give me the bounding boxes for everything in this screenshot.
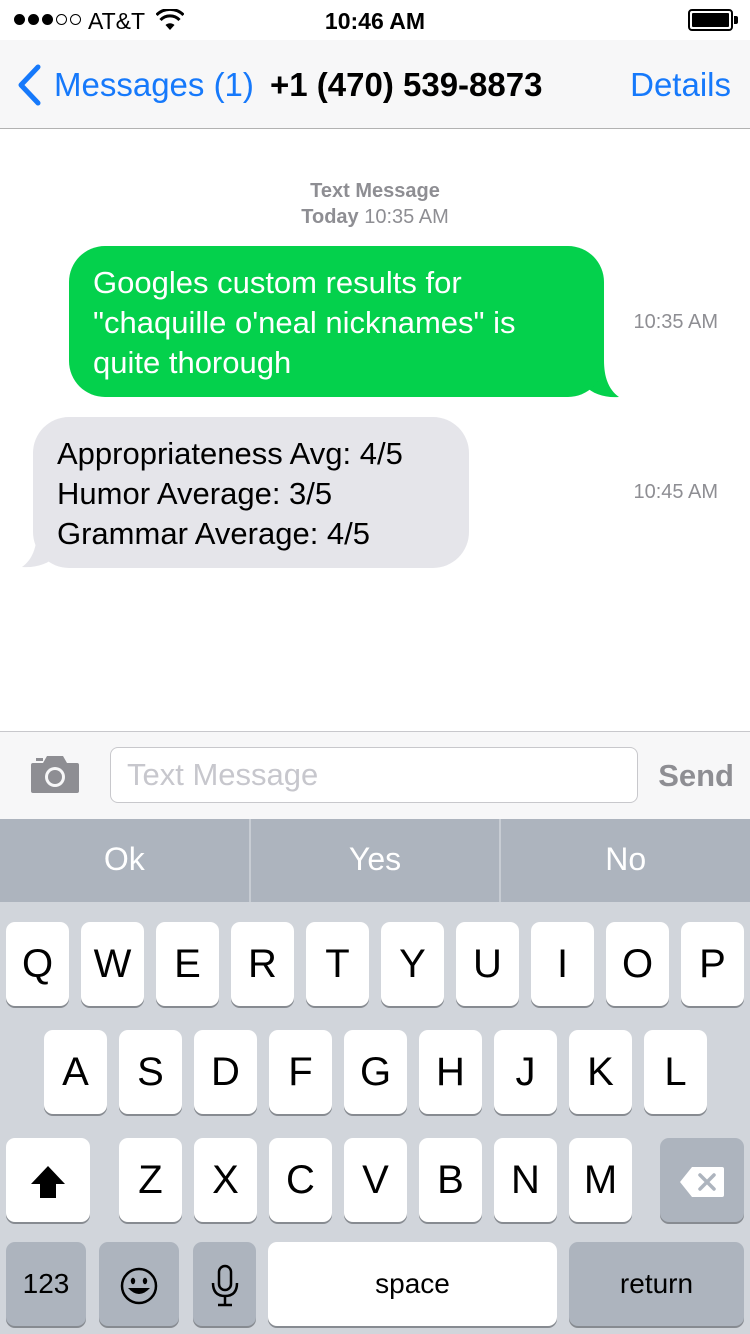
key-b[interactable]: B xyxy=(419,1138,482,1222)
key-o[interactable]: O xyxy=(606,922,669,1006)
key-p[interactable]: P xyxy=(681,922,744,1006)
key-e[interactable]: E xyxy=(156,922,219,1006)
shift-icon xyxy=(31,1166,65,1199)
emoji-key[interactable] xyxy=(99,1242,179,1326)
key-y[interactable]: Y xyxy=(381,922,444,1006)
quick-reply-no[interactable]: No xyxy=(501,819,750,902)
backspace-key[interactable] xyxy=(660,1138,744,1222)
key-j[interactable]: J xyxy=(494,1030,557,1114)
conversation-date: Today 10:35 AM xyxy=(0,204,750,230)
status-bar: AT&T 10:46 AM xyxy=(0,0,750,40)
dictation-key[interactable] xyxy=(193,1242,256,1326)
battery-icon xyxy=(688,9,738,31)
key-x[interactable]: X xyxy=(194,1138,257,1222)
key-q[interactable]: Q xyxy=(6,922,69,1006)
contact-title: +1 (470) 539-8873 xyxy=(270,66,543,103)
received-message-time: 10:45 AM xyxy=(633,481,718,503)
key-k[interactable]: K xyxy=(569,1030,632,1114)
emoji-icon xyxy=(120,1268,158,1305)
received-message-bubble[interactable]: Appropriateness Avg: 4/5 Humor Average: … xyxy=(33,417,469,568)
microphone-icon xyxy=(211,1265,238,1307)
sent-message-bubble[interactable]: Googles custom results for "chaquille o'… xyxy=(69,246,604,397)
key-c[interactable]: C xyxy=(269,1138,332,1222)
key-t[interactable]: T xyxy=(306,922,369,1006)
quick-reply-ok[interactable]: Ok xyxy=(0,819,251,902)
key-d[interactable]: D xyxy=(194,1030,257,1114)
conversation-day: Today xyxy=(301,206,359,228)
key-f[interactable]: F xyxy=(269,1030,332,1114)
numbers-key[interactable]: 123 xyxy=(6,1242,86,1326)
conversation-time: 10:35 AM xyxy=(364,206,449,228)
key-l[interactable]: L xyxy=(644,1030,707,1114)
status-time: 10:46 AM xyxy=(324,8,426,34)
quick-reply-bar: Ok Yes No xyxy=(0,819,750,902)
key-a[interactable]: A xyxy=(44,1030,107,1114)
back-chevron-icon[interactable] xyxy=(16,64,42,106)
key-m[interactable]: M xyxy=(569,1138,632,1222)
keyboard: Q W E R T Y U I O P A S D F G H J K L Z … xyxy=(0,902,750,1334)
send-button[interactable]: Send xyxy=(658,758,734,794)
key-u[interactable]: U xyxy=(456,922,519,1006)
received-message-line: Grammar Average: 4/5 xyxy=(57,516,371,551)
received-message-line: Appropriateness Avg: 4/5 xyxy=(57,436,403,471)
navigation-bar: Messages (1) +1 (470) 539-8873 Details xyxy=(0,40,750,129)
key-w[interactable]: W xyxy=(81,922,144,1006)
message-type-label: Text Message xyxy=(310,180,440,202)
camera-icon[interactable] xyxy=(30,753,80,795)
quick-reply-yes[interactable]: Yes xyxy=(251,819,502,902)
key-s[interactable]: S xyxy=(119,1030,182,1114)
key-i[interactable]: I xyxy=(531,922,594,1006)
space-key[interactable]: space xyxy=(268,1242,557,1326)
received-message-line: Humor Average: 3/5 xyxy=(57,476,333,511)
key-g[interactable]: G xyxy=(344,1030,407,1114)
sent-message-time: 10:35 AM xyxy=(633,311,718,333)
details-button[interactable]: Details xyxy=(630,66,731,104)
message-text-field[interactable] xyxy=(110,747,638,803)
back-button[interactable]: Messages (1) xyxy=(54,66,254,104)
backspace-icon xyxy=(680,1167,724,1198)
return-key[interactable]: return xyxy=(569,1242,744,1326)
key-z[interactable]: Z xyxy=(119,1138,182,1222)
key-v[interactable]: V xyxy=(344,1138,407,1222)
conversation-header: Text Message Today 10:35 AM xyxy=(0,178,750,230)
key-n[interactable]: N xyxy=(494,1138,557,1222)
key-r[interactable]: R xyxy=(231,922,294,1006)
message-input-bar: Send xyxy=(0,731,750,819)
key-h[interactable]: H xyxy=(419,1030,482,1114)
shift-key[interactable] xyxy=(6,1138,90,1222)
